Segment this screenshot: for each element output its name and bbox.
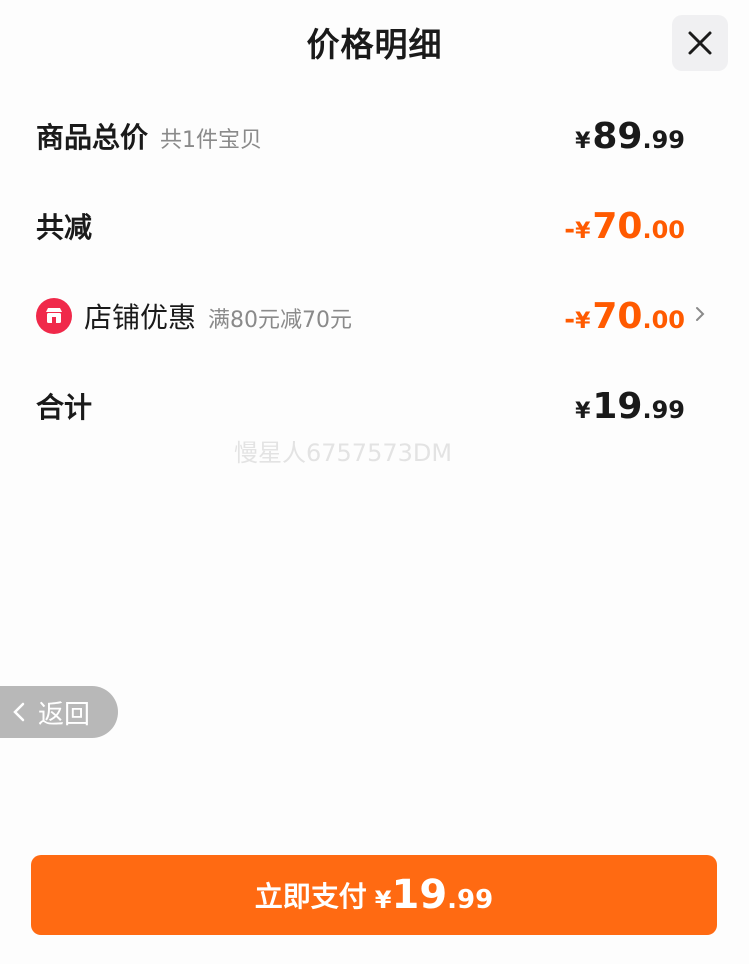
amount-decimal: .99 xyxy=(642,395,685,424)
close-button[interactable] xyxy=(672,15,728,71)
back-button[interactable]: 返回 xyxy=(0,686,118,738)
shop-icon xyxy=(36,298,72,334)
currency-symbol: ¥ xyxy=(575,128,591,154)
amount-decimal: .99 xyxy=(642,125,685,154)
shop-coupon-row[interactable]: 店铺优惠 满80元减70元 - ¥ 70 .00 xyxy=(36,286,707,346)
chevron-left-icon xyxy=(12,701,26,723)
amount-integer: 19 xyxy=(592,385,643,427)
total-discount-amount: - ¥ 70 .00 xyxy=(564,206,685,247)
currency-symbol: ¥ xyxy=(374,886,392,914)
watermark: 慢星人6757573DM xyxy=(234,439,453,467)
amount-integer: 70 xyxy=(592,205,643,247)
back-button-label: 返回 xyxy=(38,699,91,730)
shop-coupon-amount: - ¥ 70 .00 xyxy=(564,296,685,337)
goods-total-amount: ¥ 89 .99 xyxy=(575,116,685,157)
close-icon xyxy=(686,29,714,57)
minus-sign: - xyxy=(564,214,576,245)
pay-amount: ¥ 19 .99 xyxy=(375,872,493,918)
amount-integer: 89 xyxy=(592,115,643,157)
item-count: 共1件宝贝 xyxy=(160,128,263,153)
total-discount-row: 共减 - ¥ 70 .00 xyxy=(36,196,685,256)
sum-label: 合计 xyxy=(36,391,93,424)
coupon-rule: 满80元减70元 xyxy=(208,308,353,333)
total-discount-label: 共减 xyxy=(36,211,93,244)
amount-decimal: .00 xyxy=(642,215,685,244)
page-title: 价格明细 xyxy=(306,25,443,64)
shop-coupon-label: 店铺优惠 xyxy=(84,301,197,334)
currency-symbol: ¥ xyxy=(575,398,591,424)
chevron-right-icon xyxy=(693,305,707,327)
currency-symbol: ¥ xyxy=(575,308,591,334)
sum-row: 合计 ¥ 19 .99 xyxy=(36,376,685,436)
currency-symbol: ¥ xyxy=(575,218,591,244)
amount-integer: 19 xyxy=(391,872,448,918)
minus-sign: - xyxy=(564,304,576,335)
goods-total-row: 商品总价 共1件宝贝 ¥ 89 .99 xyxy=(36,106,685,166)
amount-decimal: .99 xyxy=(447,885,494,915)
sum-amount: ¥ 19 .99 xyxy=(575,386,685,427)
goods-total-label: 商品总价 xyxy=(36,121,149,154)
price-detail-sheet: 价格明细 商品总价 共1件宝贝 ¥ 89 .99 共减 - ¥ 70 .00 店… xyxy=(0,0,749,964)
pay-now-button[interactable]: 立即支付 ¥ 19 .99 xyxy=(31,855,717,935)
pay-now-label: 立即支付 xyxy=(254,880,367,913)
amount-integer: 70 xyxy=(592,295,643,337)
amount-decimal: .00 xyxy=(642,305,685,334)
